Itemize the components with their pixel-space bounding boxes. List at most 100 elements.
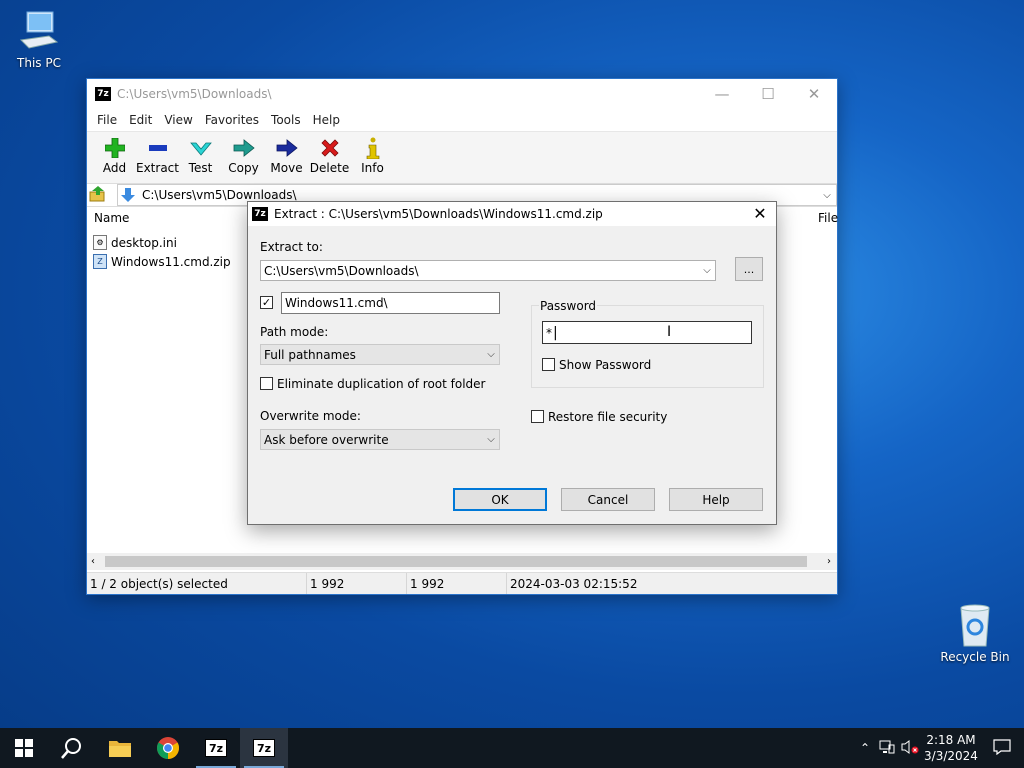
- status-packed-size: 1 992: [407, 573, 507, 594]
- scroll-left-icon[interactable]: ‹: [91, 556, 95, 567]
- toolbar: Add Extract Test Copy Move Delete Info: [87, 131, 837, 183]
- copy-arrow-icon: [233, 139, 255, 157]
- scroll-thumb[interactable]: [105, 556, 807, 567]
- zip-file-icon: Z: [93, 254, 107, 269]
- taskbar: 7z 7z ⌃ 2:18 AM 3/3/2024: [0, 728, 1024, 768]
- status-bar: 1 / 2 object(s) selected 1 992 1 992 202…: [87, 572, 837, 594]
- desktop-icon-label: This PC: [17, 56, 61, 70]
- cancel-button[interactable]: Cancel: [561, 488, 655, 511]
- desktop-icon-recycle-bin[interactable]: Recycle Bin: [940, 602, 1010, 664]
- maximize-button[interactable]: ☐: [745, 79, 791, 109]
- start-button[interactable]: [0, 728, 48, 768]
- column-name[interactable]: Name: [94, 211, 129, 225]
- sevenzip-app-icon: 7z: [95, 87, 111, 101]
- desktop-icon-this-pc[interactable]: This PC: [4, 10, 74, 70]
- search-button[interactable]: [48, 728, 96, 768]
- menu-help[interactable]: Help: [307, 113, 346, 127]
- chevron-down-icon[interactable]: ⌵: [818, 190, 836, 201]
- desktop-icon-label: Recycle Bin: [940, 650, 1010, 664]
- subfolder-input[interactable]: Windows11.cmd\: [281, 292, 500, 314]
- delete-button[interactable]: Delete: [308, 132, 351, 175]
- chevron-down-icon: ⌵: [487, 434, 495, 445]
- menu-edit[interactable]: Edit: [123, 113, 158, 127]
- chevron-up-icon[interactable]: ⌃: [854, 741, 876, 755]
- down-arrow-icon: [121, 188, 135, 202]
- address-text: C:\Users\vm5\Downloads\: [142, 188, 297, 202]
- checkmark-icon: ✓: [261, 296, 272, 309]
- ok-button[interactable]: OK: [453, 488, 547, 511]
- up-folder-button[interactable]: [87, 185, 109, 205]
- add-button[interactable]: Add: [93, 132, 136, 175]
- copy-label: Copy: [228, 161, 259, 175]
- show-password-label: Show Password: [559, 358, 652, 372]
- restore-security-checkbox[interactable]: [531, 410, 544, 423]
- info-button[interactable]: Info: [351, 132, 394, 175]
- extract-to-label: Extract to:: [260, 240, 323, 254]
- move-button[interactable]: Move: [265, 132, 308, 175]
- info-label: Info: [361, 161, 384, 175]
- ibeam-cursor-icon: I: [667, 324, 672, 340]
- overwrite-mode-label: Overwrite mode:: [260, 409, 361, 423]
- delete-label: Delete: [309, 161, 350, 175]
- clock[interactable]: 2:18 AM 3/3/2024: [922, 732, 980, 764]
- eliminate-duplication-checkbox[interactable]: [260, 377, 273, 390]
- notifications-button[interactable]: [980, 738, 1024, 758]
- status-date: 2024-03-03 02:15:52: [510, 576, 638, 591]
- status-size: 1 992: [307, 573, 407, 594]
- password-label: Password: [539, 299, 598, 313]
- extract-to-combo[interactable]: C:\Users\vm5\Downloads\ ⌵: [260, 260, 716, 281]
- test-label: Test: [188, 161, 213, 175]
- move-arrow-icon: [276, 139, 298, 157]
- recycle-bin-icon: [960, 604, 990, 647]
- menu-view[interactable]: View: [158, 113, 198, 127]
- volume-muted-icon[interactable]: [898, 739, 922, 757]
- maximize-icon: ☐: [761, 85, 775, 103]
- password-input[interactable]: * | I: [542, 321, 752, 344]
- sevenzip-taskbar-button[interactable]: 7z: [192, 728, 240, 768]
- scroll-right-icon[interactable]: ›: [827, 556, 831, 567]
- path-mode-select[interactable]: Full pathnames ⌵: [260, 344, 500, 365]
- minimize-icon: —: [714, 85, 730, 103]
- close-button[interactable]: ✕: [791, 79, 837, 109]
- dialog-close-button[interactable]: ✕: [750, 204, 770, 223]
- menu-file[interactable]: File: [91, 113, 123, 127]
- menu-favorites[interactable]: Favorites: [199, 113, 265, 127]
- plus-icon: [104, 138, 125, 158]
- close-icon: ✕: [753, 204, 767, 223]
- chevron-down-icon: ⌵: [487, 349, 495, 360]
- network-icon[interactable]: [876, 740, 898, 757]
- show-password-checkbox[interactable]: [542, 358, 555, 371]
- overwrite-mode-select[interactable]: Ask before overwrite ⌵: [260, 429, 500, 450]
- extract-button[interactable]: Extract: [136, 132, 179, 175]
- file-explorer-taskbar-button[interactable]: [96, 728, 144, 768]
- sevenzip-extract-taskbar-button[interactable]: 7z: [240, 728, 288, 768]
- minimize-button[interactable]: —: [699, 79, 745, 109]
- menu-tools[interactable]: Tools: [265, 113, 307, 127]
- horizontal-scrollbar[interactable]: ‹ ›: [87, 553, 837, 570]
- delete-x-icon: [320, 139, 339, 157]
- status-selected: 1 / 2 object(s) selected: [87, 573, 307, 594]
- column-file[interactable]: File: [818, 211, 838, 225]
- dialog-titlebar[interactable]: 7z Extract : C:\Users\vm5\Downloads\Wind…: [248, 202, 776, 226]
- network-icon-glyph: [879, 740, 895, 753]
- sevenzip-app-icon: 7z: [252, 207, 268, 221]
- window-titlebar[interactable]: 7z C:\Users\vm5\Downloads\ — ☐ ✕: [87, 79, 837, 109]
- system-tray: ⌃ 2:18 AM 3/3/2024: [854, 728, 1024, 768]
- test-button[interactable]: Test: [179, 132, 222, 175]
- checkmark-icon: [189, 142, 212, 156]
- chrome-taskbar-button[interactable]: [144, 728, 192, 768]
- subfolder-checkbox[interactable]: ✓: [260, 296, 273, 309]
- settings-file-icon: ⚙: [93, 235, 107, 250]
- speaker-icon: [901, 739, 919, 754]
- sevenzip-icon: 7z: [253, 739, 275, 757]
- browse-button[interactable]: ...: [735, 257, 763, 281]
- folder-icon: [109, 741, 131, 757]
- chevron-down-icon[interactable]: ⌵: [699, 265, 715, 276]
- menu-bar: File Edit View Favorites Tools Help: [87, 109, 837, 131]
- path-mode-label: Path mode:: [260, 325, 329, 339]
- file-name: desktop.ini: [111, 235, 177, 250]
- copy-button[interactable]: Copy: [222, 132, 265, 175]
- up-folder-icon: [89, 185, 105, 201]
- help-button[interactable]: Help: [669, 488, 763, 511]
- dialog-title: Extract : C:\Users\vm5\Downloads\Windows…: [274, 207, 603, 221]
